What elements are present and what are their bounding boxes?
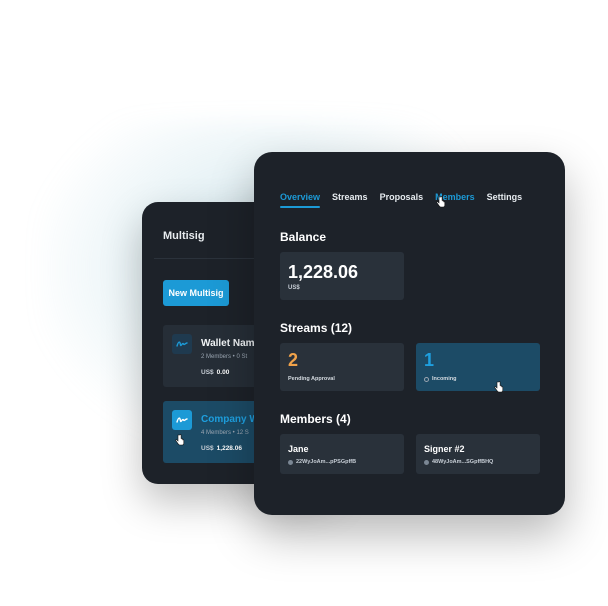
- wallet-currency: US$: [201, 445, 214, 452]
- incoming-label: Incoming: [424, 376, 456, 382]
- wallet-meta: 4 Members • 12 S: [201, 430, 249, 436]
- multisig-detail-panel: Overview Streams Proposals Members Setti…: [254, 152, 565, 515]
- member-name: Signer #2: [424, 444, 465, 454]
- balance-value: 1,228.06: [288, 262, 359, 282]
- tab-proposals[interactable]: Proposals: [380, 192, 424, 202]
- wallet-signature-icon: [172, 334, 192, 354]
- wallet-meta: 2 Members • 0 St: [201, 354, 248, 360]
- member-card[interactable]: Signer #2 48WyJoAm...SGpffBHQ: [416, 434, 540, 474]
- balance-card: 1,228.06 US$: [280, 252, 404, 300]
- members-heading: Members (4): [280, 412, 351, 426]
- wallet-name: Company W: [201, 414, 259, 425]
- wallet-balance: US$ 1,228.06: [201, 445, 242, 452]
- hand-cursor-icon: [436, 196, 446, 208]
- clock-icon: [424, 376, 429, 382]
- pending-approval-card[interactable]: 2 Pending Approval: [280, 343, 404, 391]
- wallet-balance: US$ 0.00: [201, 369, 229, 376]
- tab-bar: Overview Streams Proposals Members Setti…: [280, 192, 523, 208]
- wallet-currency: US$: [201, 369, 214, 376]
- streams-heading: Streams (12): [280, 321, 353, 335]
- member-address: 48WyJoAm...SGpffBHQ: [424, 459, 493, 465]
- member-card[interactable]: Jane 22WyJoAm...pPSGpffB: [280, 434, 404, 474]
- balance-currency: US$: [288, 285, 300, 291]
- avatar-dot-icon: [288, 459, 293, 465]
- wallet-balance-value: 1,228.06: [216, 445, 242, 452]
- avatar-dot-icon: [424, 459, 429, 465]
- tab-streams[interactable]: Streams: [332, 192, 368, 202]
- wallet-signature-icon: [172, 410, 192, 430]
- wallet-name: Wallet Nam: [201, 338, 255, 349]
- hand-cursor-icon: [175, 434, 185, 446]
- tab-settings[interactable]: Settings: [487, 192, 523, 202]
- new-multisig-button[interactable]: New Multisig: [163, 280, 229, 306]
- pending-count: 2: [288, 350, 299, 370]
- balance-heading: Balance: [280, 230, 327, 244]
- incoming-streams-card[interactable]: 1 Incoming: [416, 343, 540, 391]
- hand-cursor-icon: [494, 381, 504, 393]
- tab-overview[interactable]: Overview: [280, 192, 321, 208]
- member-name: Jane: [288, 444, 309, 454]
- pending-label: Pending Approval: [288, 376, 335, 382]
- member-address: 22WyJoAm...pPSGpffB: [288, 459, 356, 465]
- wallet-balance-value: 0.00: [216, 369, 230, 376]
- panel-title: Multisig: [163, 230, 205, 242]
- incoming-count: 1: [424, 350, 435, 370]
